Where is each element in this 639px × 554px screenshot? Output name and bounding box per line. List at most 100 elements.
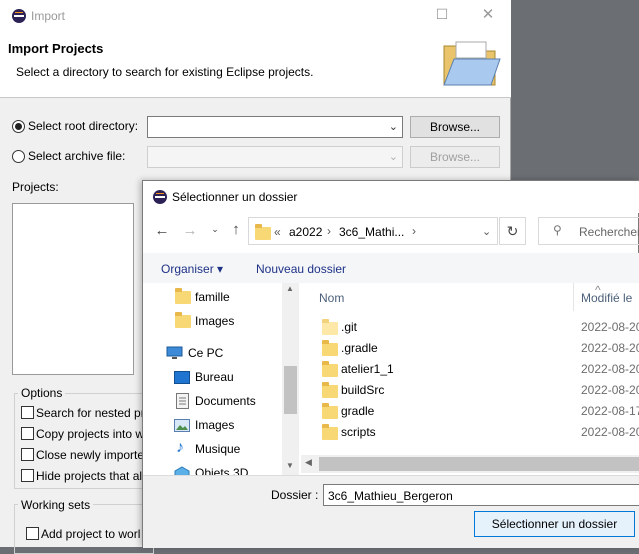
column-divider[interactable]: [573, 283, 574, 311]
desktop-icon: [174, 371, 190, 384]
nav-item-documents[interactable]: Documents: [143, 389, 283, 413]
file-modified: 2022-08-17: [581, 404, 639, 418]
nav-item-label: Images: [195, 418, 235, 432]
breadcrumb-overflow[interactable]: «: [274, 225, 281, 239]
file-name: gradle: [341, 404, 375, 418]
breadcrumb-segment[interactable]: 3c6_Mathi...: [339, 225, 404, 239]
nav-item-images[interactable]: Images: [143, 309, 283, 333]
documents-icon: [176, 393, 189, 409]
file-row[interactable]: scripts 2022-08-20: [301, 422, 639, 443]
nav-item-images-library[interactable]: Images: [143, 413, 283, 437]
new-folder-button[interactable]: Nouveau dossier: [256, 262, 346, 276]
option-label: Copy projects into w: [36, 427, 145, 441]
file-list[interactable]: ^ Nom Modifié le .git 2022-08-20 .gradle…: [301, 283, 639, 475]
file-name: scripts: [341, 425, 376, 439]
scroll-up-icon[interactable]: ▲: [286, 284, 294, 293]
nav-item-ce-pc[interactable]: Ce PC: [143, 341, 283, 365]
file-row[interactable]: gradle 2022-08-17: [301, 401, 639, 422]
picker-command-bar: Organiser ▾ Nouveau dossier: [143, 253, 639, 283]
archive-file-combo[interactable]: ⌄: [147, 146, 403, 168]
folder-icon: [322, 319, 338, 335]
column-header-modified[interactable]: Modifié le: [581, 291, 632, 305]
folder-picker-dialog: Sélectionner un dossier ← → ⌄ ↑ « a2022 …: [142, 180, 639, 548]
nav-item-label: Bureau: [195, 370, 234, 384]
import-subtitle: Select a directory to search for existin…: [16, 65, 314, 79]
import-heading: Import Projects: [8, 41, 104, 56]
nav-item-label: famille: [195, 290, 230, 304]
option-checkbox[interactable]: [21, 427, 34, 440]
root-directory-label: Select root directory:: [28, 119, 139, 133]
add-working-set-checkbox[interactable]: [26, 527, 39, 540]
nav-item-label: Images: [195, 314, 235, 328]
file-modified: 2022-08-20: [581, 320, 639, 334]
nav-item-label: Musique: [195, 442, 241, 456]
browse-root-button[interactable]: Browse...: [410, 116, 500, 138]
navigation-scroll-thumb[interactable]: [284, 366, 297, 414]
chevron-down-icon[interactable]: ⌄: [389, 150, 398, 163]
breadcrumb-segment[interactable]: a2022: [289, 225, 322, 239]
file-name: atelier1_1: [341, 362, 394, 376]
back-arrow-icon[interactable]: ←: [152, 222, 172, 239]
root-directory-radio[interactable]: [12, 120, 25, 133]
file-list-horizontal-scrollbar[interactable]: ◀: [301, 455, 639, 473]
file-row[interactable]: buildSrc 2022-08-20: [301, 380, 639, 401]
folder-name-input[interactable]: 3c6_Mathieu_Bergeron: [323, 484, 639, 506]
file-name: .gradle: [341, 341, 378, 355]
close-icon[interactable]: ✕: [473, 5, 503, 23]
horizontal-scroll-thumb[interactable]: [319, 457, 639, 471]
projects-label: Projects:: [12, 180, 59, 194]
file-row[interactable]: .git 2022-08-20: [301, 317, 639, 338]
scroll-left-icon[interactable]: ◀: [305, 457, 312, 468]
picker-footer: Dossier : 3c6_Mathieu_Bergeron Sélection…: [143, 475, 639, 548]
nav-item-famille[interactable]: famille: [143, 285, 283, 309]
forward-arrow-icon[interactable]: →: [180, 222, 200, 239]
browse-archive-button[interactable]: Browse...: [410, 146, 500, 168]
objects3d-icon: [174, 466, 190, 475]
file-row[interactable]: atelier1_1 2022-08-20: [301, 359, 639, 380]
option-checkbox[interactable]: [21, 469, 34, 482]
organize-button[interactable]: Organiser ▾: [161, 262, 223, 276]
address-bar[interactable]: « a2022 › 3c6_Mathi... › ⌄: [248, 217, 498, 245]
refresh-icon[interactable]: ↻: [499, 217, 526, 245]
nav-item-musique[interactable]: ♪ Musique: [143, 437, 283, 461]
chevron-down-icon[interactable]: ⌄: [482, 225, 491, 238]
file-row[interactable]: .gradle 2022-08-20: [301, 338, 639, 359]
option-checkbox[interactable]: [21, 406, 34, 419]
picker-navigation-bar: ← → ⌄ ↑ « a2022 › 3c6_Mathi... › ⌄ ↻ ⚲ R…: [143, 213, 639, 253]
search-input[interactable]: ⚲ Rechercher: [538, 217, 639, 245]
eclipse-logo-icon: [12, 9, 26, 23]
archive-file-label: Select archive file:: [28, 149, 126, 163]
folder-icon: [255, 224, 271, 240]
file-modified: 2022-08-20: [581, 362, 639, 376]
column-header-name[interactable]: Nom: [319, 291, 344, 305]
chevron-down-icon[interactable]: ⌄: [389, 120, 398, 133]
import-window-title: Import: [31, 9, 66, 23]
projects-list[interactable]: [12, 203, 134, 375]
nav-item-label: Documents: [195, 394, 256, 408]
nav-item-objets-3d[interactable]: Objets 3D: [143, 461, 283, 475]
picker-titlebar: Sélectionner un dossier: [143, 181, 639, 213]
scroll-down-icon[interactable]: ▼: [286, 461, 294, 470]
chevron-right-icon[interactable]: ›: [412, 224, 416, 238]
root-directory-combo[interactable]: ⌄: [147, 116, 403, 138]
recent-locations-chevron-icon[interactable]: ⌄: [205, 224, 225, 235]
maximize-icon[interactable]: ☐: [427, 6, 457, 23]
nav-item-bureau[interactable]: Bureau: [143, 365, 283, 389]
search-icon: ⚲: [553, 223, 562, 237]
folder-field-label: Dossier :: [271, 488, 319, 502]
import-titlebar: Import ☐ ✕: [0, 0, 511, 32]
add-working-set-label: Add project to worl: [41, 527, 141, 541]
archive-file-radio[interactable]: [12, 150, 25, 163]
navigation-pane[interactable]: famille Images Ce PC Bureau Documents Im…: [143, 283, 299, 475]
file-modified: 2022-08-20: [581, 425, 639, 439]
working-sets-label: Working sets: [18, 498, 94, 512]
chevron-right-icon[interactable]: ›: [327, 224, 331, 238]
select-folder-button[interactable]: Sélectionner un dossier: [474, 511, 635, 537]
file-modified: 2022-08-20: [581, 341, 639, 355]
folder-name-value: 3c6_Mathieu_Bergeron: [328, 489, 453, 503]
up-arrow-icon[interactable]: ↑: [226, 221, 246, 238]
file-name: buildSrc: [341, 383, 385, 397]
nav-item-label: Objets 3D: [195, 466, 249, 475]
folder-icon: [322, 403, 338, 419]
option-checkbox[interactable]: [21, 448, 34, 461]
